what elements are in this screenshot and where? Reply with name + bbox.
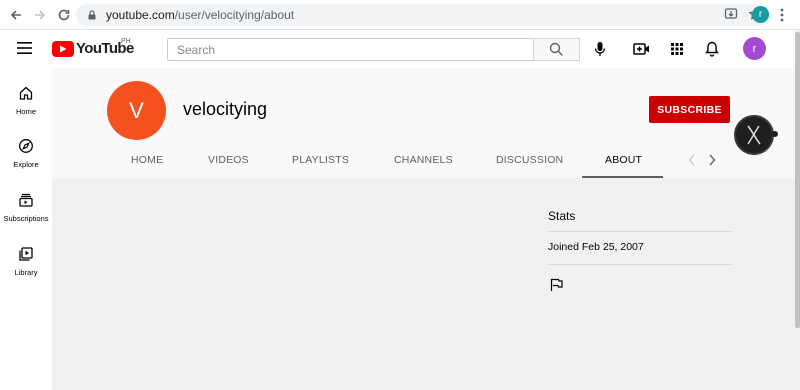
browser-profile-avatar[interactable]: r [752, 6, 769, 23]
mini-guide: Home Explore Subscriptions Library [0, 68, 52, 390]
reload-icon[interactable] [53, 4, 75, 26]
tab-playlists[interactable]: PLAYLISTS [292, 154, 349, 166]
stats-heading: Stats [548, 209, 576, 223]
page-scrollbar[interactable] [795, 30, 800, 390]
tab-channels[interactable]: CHANNELS [394, 154, 453, 166]
subscribe-button[interactable]: SUBSCRIBE [649, 96, 730, 123]
browser-menu-icon[interactable] [778, 7, 786, 23]
guide-item-label: Subscriptions [3, 214, 49, 223]
install-app-icon[interactable] [724, 7, 738, 21]
channel-name: velocitying [183, 99, 268, 119]
guide-item-label: Library [14, 268, 38, 277]
voice-search-button[interactable] [589, 38, 611, 60]
search-button[interactable] [533, 38, 580, 61]
joined-date: Joined Feb 25, 2007 [548, 241, 644, 253]
url-path: /user/velocitying/about [174, 8, 295, 22]
subscriptions-icon [18, 192, 34, 208]
report-flag-icon[interactable] [549, 278, 563, 292]
address-bar[interactable]: youtube.com/user/velocitying/about [76, 4, 770, 26]
compass-icon [18, 138, 34, 154]
search-input[interactable]: Search [167, 38, 533, 61]
forward-icon[interactable] [29, 4, 51, 26]
guide-item-label: Home [15, 107, 36, 116]
guide-item-label: Explore [13, 160, 39, 169]
create-video-icon[interactable] [633, 40, 651, 58]
apps-grid-icon[interactable] [668, 40, 686, 58]
menu-icon[interactable] [17, 41, 35, 55]
extension-handle[interactable] [772, 131, 778, 137]
browser-toolbar: youtube.com/user/velocitying/about r [0, 0, 800, 30]
chevron-right-icon[interactable] [708, 154, 716, 166]
extension-logo-icon [747, 125, 761, 145]
home-icon [18, 85, 34, 101]
extension-floating-button[interactable] [734, 115, 774, 155]
account-avatar[interactable]: r [743, 37, 766, 60]
lock-icon [86, 9, 98, 21]
chevron-left-icon[interactable] [688, 154, 696, 166]
region-code: PH [121, 38, 131, 45]
guide-item-home[interactable]: Home [0, 85, 52, 116]
back-icon[interactable] [5, 4, 27, 26]
guide-item-subscriptions[interactable]: Subscriptions [0, 192, 52, 223]
scrollbar-thumb[interactable] [795, 32, 800, 328]
library-icon [18, 246, 34, 262]
notifications-bell-icon[interactable] [703, 40, 721, 58]
channel-tabs: HOME VIDEOS PLAYLISTS CHANNELS DISCUSSIO… [52, 150, 795, 178]
url-text: youtube.com/user/velocitying/about [106, 8, 294, 22]
tab-videos[interactable]: VIDEOS [208, 154, 249, 166]
divider [548, 264, 732, 265]
tab-discussion[interactable]: DISCUSSION [496, 154, 563, 166]
youtube-play-icon [52, 40, 74, 57]
divider [548, 231, 732, 232]
tab-home[interactable]: HOME [131, 154, 163, 166]
tab-about[interactable]: ABOUT [605, 154, 642, 166]
about-content: Stats Joined Feb 25, 2007 [52, 178, 795, 390]
channel-header: V velocitying SUBSCRIBE HOME VIDEOS PLAY… [52, 68, 795, 178]
microphone-icon [594, 42, 606, 56]
masthead: YouTube PH Search r [0, 30, 795, 68]
channel-avatar[interactable]: V [107, 81, 166, 140]
search-icon [549, 42, 563, 56]
url-host: youtube.com [106, 8, 175, 22]
guide-item-explore[interactable]: Explore [0, 138, 52, 169]
guide-item-library[interactable]: Library [0, 246, 52, 277]
